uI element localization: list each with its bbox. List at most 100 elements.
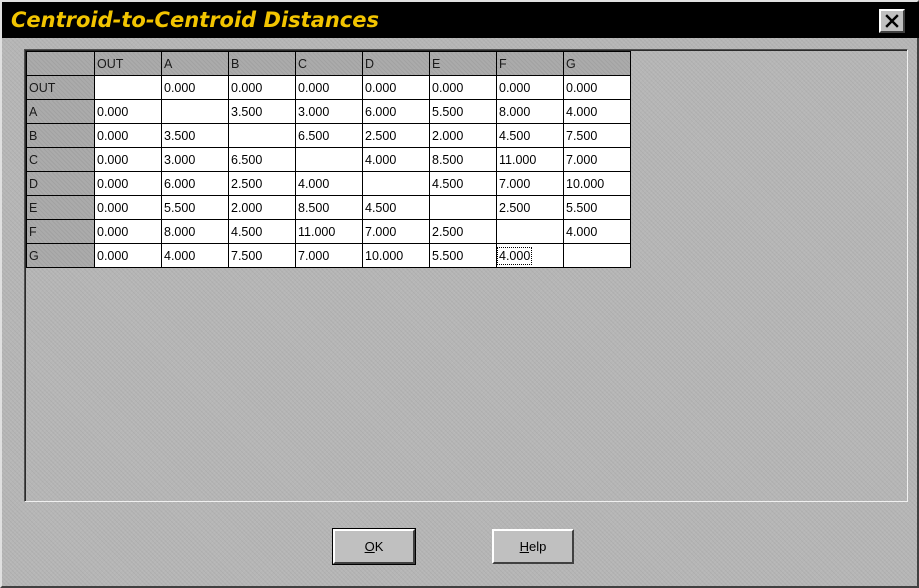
distance-cell-b-e[interactable]: 2.000 — [429, 123, 497, 148]
distance-value: 0.000 — [566, 80, 598, 95]
distance-cell-e-e[interactable] — [429, 195, 497, 220]
ok-button-label: K — [374, 539, 384, 554]
distance-value: 4.500 — [365, 200, 397, 215]
distance-cell-d-b[interactable]: 2.500 — [228, 171, 296, 196]
close-button[interactable] — [879, 9, 905, 33]
row-header-a: A — [26, 99, 95, 124]
distance-value: 2.500 — [499, 200, 531, 215]
distance-cell-a-g[interactable]: 4.000 — [563, 99, 631, 124]
distance-cell-f-c[interactable]: 11.000 — [295, 219, 363, 244]
distance-cell-a-b[interactable]: 3.500 — [228, 99, 296, 124]
distance-value: 0.000 — [432, 80, 464, 95]
distance-cell-b-g[interactable]: 7.500 — [563, 123, 631, 148]
distance-cell-g-d[interactable]: 10.000 — [362, 243, 430, 268]
distance-cell-e-f[interactable]: 2.500 — [496, 195, 564, 220]
distance-cell-g-g[interactable] — [563, 243, 631, 268]
help-button[interactable]: Help — [492, 529, 574, 564]
distance-cell-b-d[interactable]: 2.500 — [362, 123, 430, 148]
distance-value: 7.500 — [566, 128, 598, 143]
distance-value: 6.000 — [365, 104, 397, 119]
distance-cell-a-d[interactable]: 6.000 — [362, 99, 430, 124]
distance-value: 0.000 — [97, 176, 129, 191]
distance-cell-g-out[interactable]: 0.000 — [94, 243, 162, 268]
distance-cell-e-g[interactable]: 5.500 — [563, 195, 631, 220]
distance-cell-out-e[interactable]: 0.000 — [429, 75, 497, 100]
distance-cell-d-out[interactable]: 0.000 — [94, 171, 162, 196]
distance-cell-c-g[interactable]: 7.000 — [563, 147, 631, 172]
distance-cell-f-a[interactable]: 8.000 — [161, 219, 229, 244]
distance-cell-a-c[interactable]: 3.000 — [295, 99, 363, 124]
table-row: C 0.000 3.000 6.500 4.000 8.500 11.000 7.000 — [26, 147, 631, 172]
distance-cell-f-g[interactable]: 4.000 — [563, 219, 631, 244]
distance-cell-d-a[interactable]: 6.000 — [161, 171, 229, 196]
distance-cell-out-d[interactable]: 0.000 — [362, 75, 430, 100]
distance-cell-c-a[interactable]: 3.000 — [161, 147, 229, 172]
table-row: G 0.000 4.000 7.500 7.000 10.000 5.500 4.000 — [26, 243, 631, 268]
distance-cell-e-a[interactable]: 5.500 — [161, 195, 229, 220]
column-header-out: OUT — [94, 51, 162, 76]
distance-cell-e-b[interactable]: 2.000 — [228, 195, 296, 220]
distance-cell-e-c[interactable]: 8.500 — [295, 195, 363, 220]
distance-cell-a-e[interactable]: 5.500 — [429, 99, 497, 124]
distance-cell-g-a[interactable]: 4.000 — [161, 243, 229, 268]
distance-value: 6.000 — [164, 176, 196, 191]
distance-value: 2.000 — [231, 200, 263, 215]
distance-cell-b-c[interactable]: 6.500 — [295, 123, 363, 148]
table-row: A 0.000 3.500 3.000 6.000 5.500 8.000 4.000 — [26, 99, 631, 124]
distance-grid-panel: OUT A B C D E F G OUT 0.000 0.000 0.000 0.000 0.000 0… — [24, 49, 908, 502]
distance-cell-f-e[interactable]: 2.500 — [429, 219, 497, 244]
distance-cell-g-f[interactable]: 4.000 — [496, 243, 564, 268]
distance-value: 5.500 — [164, 200, 196, 215]
distance-value: 11.000 — [298, 224, 336, 239]
distance-cell-g-b[interactable]: 7.500 — [228, 243, 296, 268]
distance-cell-out-b[interactable]: 0.000 — [228, 75, 296, 100]
distance-cell-c-d[interactable]: 4.000 — [362, 147, 430, 172]
distance-cell-out-a[interactable]: 0.000 — [161, 75, 229, 100]
distance-cell-c-b[interactable]: 6.500 — [228, 147, 296, 172]
distance-cell-c-f[interactable]: 11.000 — [496, 147, 564, 172]
title-bar[interactable]: Centroid-to-Centroid Distances — [2, 2, 919, 38]
distance-value: 4.000 — [566, 104, 598, 119]
distance-value: 4.500 — [432, 176, 464, 191]
distance-cell-c-out[interactable]: 0.000 — [94, 147, 162, 172]
distance-cell-out-g[interactable]: 0.000 — [563, 75, 631, 100]
distance-cell-c-c[interactable] — [295, 147, 363, 172]
distance-cell-b-out[interactable]: 0.000 — [94, 123, 162, 148]
distance-cell-f-f[interactable] — [496, 219, 564, 244]
distance-value: 6.500 — [298, 128, 330, 143]
distance-cell-d-c[interactable]: 4.000 — [295, 171, 363, 196]
distance-cell-g-e[interactable]: 5.500 — [429, 243, 497, 268]
distance-value: 0.000 — [164, 80, 196, 95]
distance-cell-e-d[interactable]: 4.500 — [362, 195, 430, 220]
distance-cell-b-b[interactable] — [228, 123, 296, 148]
distance-cell-d-e[interactable]: 4.500 — [429, 171, 497, 196]
row-header-e: E — [26, 195, 95, 220]
ok-button[interactable]: OK — [332, 528, 416, 565]
distance-value: 3.500 — [164, 128, 196, 143]
distance-cell-d-f[interactable]: 7.000 — [496, 171, 564, 196]
distance-cell-out-c[interactable]: 0.000 — [295, 75, 363, 100]
row-header-b: B — [26, 123, 95, 148]
distance-cell-c-e[interactable]: 8.500 — [429, 147, 497, 172]
distance-cell-b-a[interactable]: 3.500 — [161, 123, 229, 148]
help-button-label: elp — [529, 539, 547, 554]
distance-cell-out-out[interactable] — [94, 75, 162, 100]
distance-cell-b-f[interactable]: 4.500 — [496, 123, 564, 148]
distance-value: 8.000 — [164, 224, 196, 239]
distance-cell-a-out[interactable]: 0.000 — [94, 99, 162, 124]
distance-cell-d-g[interactable]: 10.000 — [563, 171, 631, 196]
distance-cell-e-out[interactable]: 0.000 — [94, 195, 162, 220]
distance-cell-f-out[interactable]: 0.000 — [94, 219, 162, 244]
distance-cell-a-f[interactable]: 8.000 — [496, 99, 564, 124]
distance-value: 10.000 — [566, 176, 605, 191]
distance-value: 5.500 — [566, 200, 598, 215]
distance-value: 8.000 — [499, 104, 531, 119]
distance-cell-g-c[interactable]: 7.000 — [295, 243, 363, 268]
distance-value: 0.000 — [97, 128, 129, 143]
distance-cell-a-a[interactable] — [161, 99, 229, 124]
distance-cell-out-f[interactable]: 0.000 — [496, 75, 564, 100]
distance-cell-f-d[interactable]: 7.000 — [362, 219, 430, 244]
distance-cell-f-b[interactable]: 4.500 — [228, 219, 296, 244]
distance-value: 8.500 — [432, 152, 464, 167]
distance-cell-d-d[interactable] — [362, 171, 430, 196]
